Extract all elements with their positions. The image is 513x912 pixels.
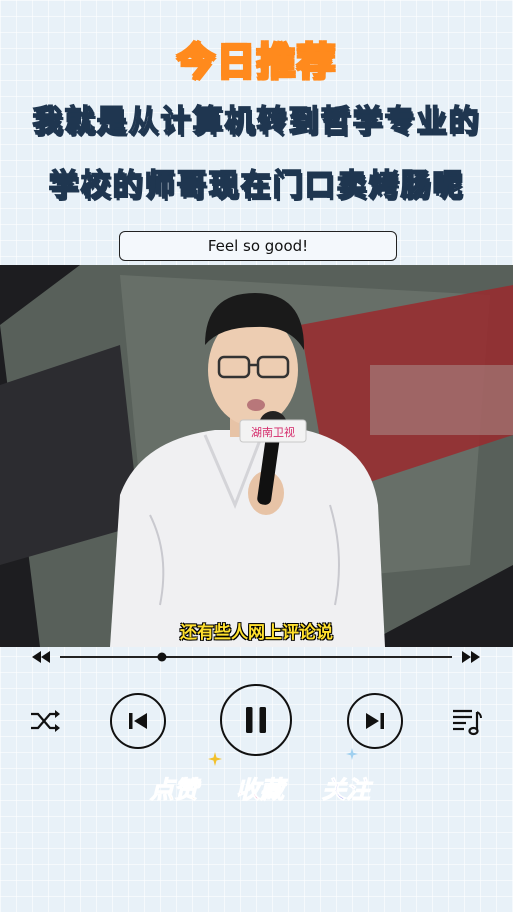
progress-knob[interactable] xyxy=(157,652,167,662)
video-still: 湖南卫视 xyxy=(0,265,513,647)
song-title: Feel so good! xyxy=(207,237,309,255)
shuffle-button[interactable] xyxy=(28,706,62,736)
favorite-button[interactable]: 收藏 xyxy=(236,770,285,805)
skip-next-icon xyxy=(366,713,384,729)
next-button[interactable] xyxy=(347,693,403,749)
follow-button[interactable]: 关注 xyxy=(322,770,371,805)
person-mouth xyxy=(247,399,265,411)
mic-flag-label: 湖南卫视 xyxy=(251,425,295,439)
fast-forward-icon[interactable] xyxy=(462,651,480,663)
light-strip xyxy=(370,365,513,435)
video-subtitle: 还有些人网上评论说 xyxy=(180,623,333,643)
video-frame[interactable]: 湖南卫视 还有些人网上评论说 xyxy=(0,265,513,647)
previous-button[interactable] xyxy=(110,693,166,749)
recommend-badge: 今日推荐 xyxy=(168,30,346,86)
headline-line-1: 我就是从计算机转到哲学专业的 xyxy=(32,103,481,140)
engagement-actions: 点赞 收藏 关注 xyxy=(150,762,371,812)
progress-bar[interactable] xyxy=(32,648,482,666)
pause-icon xyxy=(246,707,266,733)
playlist-button[interactable] xyxy=(450,704,484,738)
person-shirt xyxy=(110,430,385,647)
like-button[interactable]: 点赞 xyxy=(150,770,199,805)
player-controls xyxy=(0,684,513,758)
playlist-icon xyxy=(453,709,482,736)
shuffle-icon xyxy=(31,710,60,732)
recommend-badge-label: 今日推荐 xyxy=(176,39,337,85)
headline-line-2: 学校的师哥现在门口卖烤肠呢 xyxy=(48,167,465,204)
song-title-pill: Feel so good! xyxy=(119,231,397,261)
sparkle-icon xyxy=(346,748,358,760)
rewind-icon[interactable] xyxy=(32,651,50,663)
pause-button[interactable] xyxy=(220,684,292,756)
skip-previous-icon xyxy=(129,713,147,729)
sparkle-icon xyxy=(208,752,222,766)
